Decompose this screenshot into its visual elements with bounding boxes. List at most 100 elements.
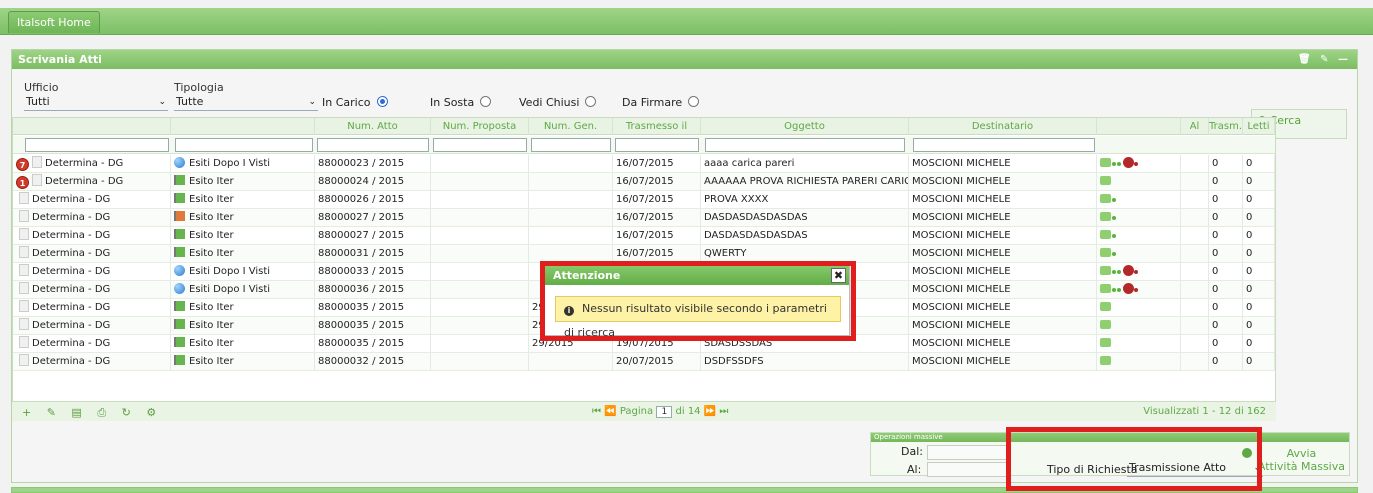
cell-tipo: Determina - DG bbox=[13, 227, 171, 245]
status-icons bbox=[1097, 299, 1181, 317]
globe-icon bbox=[174, 283, 185, 294]
radio-vedi-chiusi[interactable]: Vedi Chiusi bbox=[519, 96, 597, 109]
filter-input-trasmesso[interactable] bbox=[615, 138, 699, 152]
next-page-icon[interactable]: ⏩ bbox=[704, 406, 716, 417]
cell-num-atto: 88000024 / 2015 bbox=[315, 173, 431, 191]
cell-tipo: Determina - DG bbox=[13, 245, 171, 263]
cell-num-proposta bbox=[431, 335, 529, 353]
cell-num-proposta bbox=[431, 299, 529, 317]
prev-page-icon[interactable]: ⏪ bbox=[604, 406, 616, 417]
col-al-termine[interactable]: Al Termine bbox=[1181, 118, 1221, 149]
col-oggetto[interactable]: Oggetto bbox=[701, 118, 909, 135]
al-input[interactable] bbox=[927, 462, 1007, 477]
filter-input-num-atto[interactable] bbox=[317, 138, 429, 152]
cell-tipo: 1 Determina - DG bbox=[13, 173, 171, 191]
dal-input[interactable] bbox=[927, 445, 1007, 460]
cell-destinatario: MOSCIONI MICHELE bbox=[909, 209, 1097, 227]
table-row[interactable]: 7 Determina - DG Esiti Dopo I Visti 8800002… bbox=[13, 155, 1275, 173]
cell-trasmesso: 16/07/2015 bbox=[613, 227, 701, 245]
status-icons bbox=[1097, 209, 1181, 227]
col-trasm[interactable]: Trasm. bbox=[1209, 118, 1243, 135]
cell-esito: Esiti Dopo I Visti bbox=[171, 281, 315, 299]
radio-in-sosta[interactable]: In Sosta bbox=[430, 96, 492, 109]
radio-icon bbox=[688, 96, 700, 107]
filter-input-num-gen[interactable] bbox=[531, 138, 611, 152]
table-toolbar[interactable]: + ✎ ▤ ⎙ ↻ ⚙ bbox=[22, 406, 162, 420]
page-input[interactable]: 1 bbox=[656, 406, 673, 418]
cell-destinatario: MOSCIONI MICHELE bbox=[909, 227, 1097, 245]
green-dot-icon bbox=[1112, 252, 1116, 256]
table-row[interactable]: Determina - DG Esito Iter 88000032 / 2015 2… bbox=[13, 353, 1275, 371]
table-row[interactable]: Determina - DG Esito Iter 88000027 / 2015 1… bbox=[13, 227, 1275, 245]
radio-da-firmare[interactable]: Da Firmare bbox=[622, 96, 700, 109]
cell-destinatario: MOSCIONI MICHELE bbox=[909, 335, 1097, 353]
cell-al-termine bbox=[1181, 227, 1209, 245]
filter-input-num-proposta[interactable] bbox=[433, 138, 527, 152]
cell-al-termine bbox=[1181, 299, 1209, 317]
document-icon bbox=[32, 174, 42, 186]
red-dot-icon bbox=[1134, 270, 1138, 274]
pager-bar: + ✎ ▤ ⎙ ↻ ⚙ ⏮ ⏪ Pagina 1 di 14 ⏩ ⏭ Visua… bbox=[12, 401, 1276, 421]
cell-destinatario: MOSCIONI MICHELE bbox=[909, 191, 1097, 209]
avvia-attivita-massiva-button[interactable]: Avvia Attività Massiva bbox=[1241, 447, 1345, 473]
document-icon bbox=[19, 192, 29, 204]
col-num-gen[interactable]: Num. Gen. bbox=[529, 118, 613, 135]
cell-destinatario: MOSCIONI MICHELE bbox=[909, 173, 1097, 191]
cell-num-atto: 88000023 / 2015 bbox=[315, 155, 431, 173]
cell-al-termine bbox=[1181, 263, 1209, 281]
tab-italsoft-home[interactable]: Italsoft Home bbox=[8, 11, 100, 33]
radio-in-carico[interactable]: In Carico bbox=[322, 96, 388, 109]
status-icon bbox=[1100, 212, 1111, 221]
first-page-icon[interactable]: ⏮ bbox=[592, 406, 601, 417]
flag-icon bbox=[174, 301, 185, 311]
status-icon bbox=[1100, 356, 1111, 365]
panel-tools-icon[interactable]: 🗑 ✎ — bbox=[1298, 50, 1351, 69]
col-num-proposta[interactable]: Num. Proposta bbox=[431, 118, 529, 135]
cell-esito: Esiti Dopo I Visti bbox=[171, 263, 315, 281]
col-letti[interactable]: Letti bbox=[1243, 118, 1275, 135]
last-page-icon[interactable]: ⏭ bbox=[719, 406, 728, 417]
cell-esito: Esito Iter bbox=[171, 173, 315, 191]
cell-tipo: Determina - DG bbox=[13, 191, 171, 209]
cell-destinatario: MOSCIONI MICHELE bbox=[909, 299, 1097, 317]
ufficio-select[interactable]: Tutti ⌄ bbox=[24, 95, 168, 111]
filter-input-esito[interactable] bbox=[175, 138, 313, 152]
cell-trasmesso: 20/07/2015 bbox=[613, 353, 701, 371]
status-icon bbox=[1100, 266, 1111, 275]
document-icon bbox=[19, 318, 29, 330]
filter-input-oggetto[interactable] bbox=[705, 138, 905, 152]
cell-letti: 0 bbox=[1243, 173, 1275, 191]
filter-input-destinatario[interactable] bbox=[913, 138, 1095, 152]
cell-esito: Esito Iter bbox=[171, 335, 315, 353]
cell-num-proposta bbox=[431, 281, 529, 299]
table-header: Num. Atto Num. Proposta Num. Gen. Trasme… bbox=[13, 118, 1275, 149]
globe-icon bbox=[174, 265, 185, 276]
cell-letti: 0 bbox=[1243, 299, 1275, 317]
cell-al-termine bbox=[1181, 209, 1209, 227]
cell-trasm: 0 bbox=[1209, 173, 1243, 191]
cell-num-proposta bbox=[431, 209, 529, 227]
cell-num-gen bbox=[529, 353, 613, 371]
filter-input-tipo[interactable] bbox=[25, 138, 169, 152]
tipologia-select[interactable]: Tutte ⌄ bbox=[174, 95, 318, 111]
cell-num-gen bbox=[529, 209, 613, 227]
col-destinatario[interactable]: Destinatario bbox=[909, 118, 1097, 135]
col-trasmesso[interactable]: Trasmesso il bbox=[613, 118, 701, 135]
cell-letti: 0 bbox=[1243, 263, 1275, 281]
table-row[interactable]: Determina - DG Esito Iter 88000026 / 2015 1… bbox=[13, 191, 1275, 209]
red-dot-icon bbox=[1123, 283, 1134, 294]
cell-tipo: Determina - DG bbox=[13, 209, 171, 227]
status-icon bbox=[1100, 248, 1111, 257]
cell-oggetto: DASDASDASDASDAS bbox=[701, 209, 909, 227]
cell-esito: Esiti Dopo I Visti bbox=[171, 155, 315, 173]
cell-oggetto: DSDFSSDFS bbox=[701, 353, 909, 371]
cell-num-atto: 88000035 / 2015 bbox=[315, 335, 431, 353]
status-icon bbox=[1100, 338, 1111, 347]
cell-num-proposta bbox=[431, 155, 529, 173]
table-row[interactable]: 1 Determina - DG Esito Iter 88000024 / 2015… bbox=[13, 173, 1275, 191]
table-row[interactable]: Determina - DG Esito Iter 88000027 / 2015 1… bbox=[13, 209, 1275, 227]
status-icons bbox=[1097, 155, 1181, 173]
col-num-atto[interactable]: Num. Atto bbox=[315, 118, 431, 135]
status-icons bbox=[1097, 245, 1181, 263]
green-dot-icon bbox=[1112, 198, 1116, 202]
